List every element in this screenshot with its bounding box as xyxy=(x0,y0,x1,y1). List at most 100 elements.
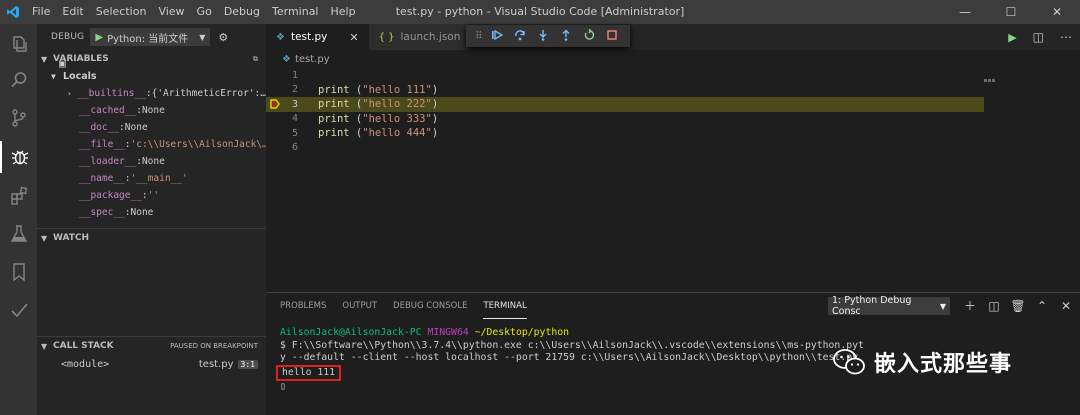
debug-sidebar: DEBUG ▶ Python: 当前文件 ▼ ⚙ ▣ ▼ VARIABLES ⧉… xyxy=(37,24,266,415)
menu-terminal[interactable]: Terminal xyxy=(266,0,325,24)
bookmark-icon[interactable] xyxy=(0,256,37,288)
terminal-select[interactable]: 1: Python Debug Consc ▼ xyxy=(828,295,950,317)
variable-name: __package__ xyxy=(79,190,142,201)
tab-test-py[interactable]: ❖ test.py ✕ xyxy=(266,24,369,50)
variable-name: __loader__ xyxy=(79,156,137,167)
terminal-cursor: ▯ xyxy=(280,381,286,392)
call-stack-header[interactable]: ▼ CALL STACK PAUSED ON BREAKPOINT xyxy=(37,337,266,355)
watch-title: WATCH xyxy=(53,233,90,243)
code-line[interactable]: 4 print ("hello 333") xyxy=(266,112,984,127)
current-code-line[interactable]: 3 print ("hello 222") xyxy=(266,97,984,112)
drag-handle-icon[interactable]: ⠿ xyxy=(472,31,485,42)
code-keyword: print xyxy=(318,112,350,125)
menu-debug[interactable]: Debug xyxy=(218,0,266,24)
variable-row[interactable]: › __builtins__: {'ArithmeticError':… xyxy=(37,85,266,102)
split-editor-icon[interactable]: ◫ xyxy=(1033,30,1044,44)
code-string: "hello 111" xyxy=(362,83,432,96)
vscode-logo-icon xyxy=(0,0,26,24)
terminal-command-cont: y --default --client --host localhost --… xyxy=(280,352,859,363)
code-keyword: print xyxy=(318,98,350,111)
variable-row[interactable]: __spec__: None xyxy=(37,204,266,221)
menu-help[interactable]: Help xyxy=(325,0,362,24)
menu-go[interactable]: Go xyxy=(191,0,218,24)
search-icon[interactable] xyxy=(0,64,37,96)
locals-label: Locals xyxy=(63,71,97,82)
variable-value: {'ArithmeticError':… xyxy=(151,88,266,99)
maximize-panel-icon[interactable]: ⌃ xyxy=(1030,297,1054,315)
restart-icon[interactable] xyxy=(578,28,601,44)
tab-problems[interactable]: PROBLEMS xyxy=(280,293,326,319)
code-string: "hello 444" xyxy=(362,127,432,140)
variable-name: __name__ xyxy=(79,173,125,184)
terminal-path: ~/Desktop/python xyxy=(474,327,570,338)
editor-tabs: ❖ test.py ✕ { } launch.json ▶ ◫ ⋯ xyxy=(266,24,1080,50)
start-debug-icon[interactable]: ▶ xyxy=(95,32,103,43)
debug-icon[interactable] xyxy=(0,141,37,173)
more-actions-icon[interactable]: ⋯ xyxy=(1060,30,1072,44)
close-panel-icon[interactable]: ✕ xyxy=(1054,297,1078,315)
step-into-icon[interactable] xyxy=(532,29,555,44)
chevron-right-icon[interactable]: › xyxy=(67,89,77,98)
code-keyword: print xyxy=(318,83,350,96)
breakpoint-arrow-icon[interactable] xyxy=(270,99,280,109)
tab-output[interactable]: OUTPUT xyxy=(342,293,377,319)
variable-name: __cached__ xyxy=(79,105,137,116)
step-over-icon[interactable] xyxy=(509,29,532,44)
split-terminal-icon[interactable]: ◫ xyxy=(982,297,1006,315)
code-line[interactable]: 1 xyxy=(266,68,984,83)
continue-icon[interactable] xyxy=(485,29,508,44)
call-stack-title: CALL STACK xyxy=(53,341,114,351)
json-file-icon: { } xyxy=(378,31,395,43)
line-number: 6 xyxy=(291,142,298,154)
code-editor[interactable]: 1 2 print ("hello 111") 3 print ("hello … xyxy=(266,68,1080,292)
menu-selection[interactable]: Selection xyxy=(90,0,153,24)
menu-file[interactable]: File xyxy=(26,0,56,24)
tab-launch-json[interactable]: { } launch.json xyxy=(368,24,471,50)
close-window-button[interactable]: ✕ xyxy=(1034,0,1080,24)
check-icon[interactable] xyxy=(0,294,37,326)
variable-row[interactable]: __package__: '' xyxy=(37,187,266,204)
code-line[interactable]: 5 print ("hello 444") xyxy=(266,126,984,141)
collapse-all-icon[interactable]: ⧉ xyxy=(253,55,258,64)
minimize-button[interactable]: — xyxy=(942,0,988,24)
variable-row[interactable]: __loader__: None xyxy=(37,153,266,170)
minimap[interactable] xyxy=(984,72,998,82)
menu-view[interactable]: View xyxy=(152,0,190,24)
terminal-output[interactable]: AilsonJack@AilsonJack-PC MINGW64 ~/Deskt… xyxy=(276,327,864,394)
debug-console-icon[interactable]: ▣ xyxy=(59,57,66,71)
title-bar: File Edit Selection View Go Debug Termin… xyxy=(0,0,1080,24)
locals-scope[interactable]: ▼ Locals xyxy=(37,68,266,85)
tab-terminal[interactable]: TERMINAL xyxy=(483,293,527,319)
variable-row[interactable]: __cached__: None xyxy=(37,102,266,119)
variables-header[interactable]: ▼ VARIABLES ⧉ xyxy=(37,50,266,68)
close-icon[interactable]: ✕ xyxy=(349,31,358,44)
variable-row[interactable]: __doc__: None xyxy=(37,119,266,136)
stop-icon[interactable] xyxy=(601,29,624,44)
debug-label: DEBUG xyxy=(51,32,85,42)
test-flask-icon[interactable] xyxy=(0,218,37,250)
run-file-icon[interactable]: ▶ xyxy=(1008,31,1016,44)
menu-edit[interactable]: Edit xyxy=(56,0,89,24)
variable-row[interactable]: __file__: 'c:\\Users\\AilsonJack\… xyxy=(37,136,266,153)
new-terminal-icon[interactable]: ＋ xyxy=(958,297,982,315)
stack-frame[interactable]: <module> test.py 3:1 xyxy=(37,355,266,373)
maximize-button[interactable]: ☐ xyxy=(988,0,1034,24)
variable-name: __doc__ xyxy=(79,122,120,133)
variable-row[interactable]: __name__: '__main__' xyxy=(37,170,266,187)
tab-debug-console[interactable]: DEBUG CONSOLE xyxy=(393,293,467,319)
chevron-down-icon: ▼ xyxy=(939,301,946,311)
step-out-icon[interactable] xyxy=(555,29,578,44)
code-line[interactable]: 6 xyxy=(266,141,984,156)
variable-value: None xyxy=(141,105,165,116)
source-control-icon[interactable] xyxy=(0,102,37,134)
code-line[interactable]: 2 print ("hello 111") xyxy=(266,83,984,98)
breadcrumb-file[interactable]: test.py xyxy=(295,54,330,65)
trash-icon[interactable]: 🗑 xyxy=(1006,297,1030,315)
editor-actions: ▶ ◫ ⋯ xyxy=(992,24,1080,50)
gear-icon[interactable]: ⚙ xyxy=(218,31,228,44)
watch-header[interactable]: ▼ WATCH xyxy=(37,229,266,247)
files-icon[interactable] xyxy=(0,28,37,60)
debug-config-select[interactable]: ▶ Python: 当前文件 ▼ xyxy=(90,28,211,46)
code-string: "hello 333" xyxy=(362,112,432,125)
extensions-icon[interactable] xyxy=(0,180,37,212)
